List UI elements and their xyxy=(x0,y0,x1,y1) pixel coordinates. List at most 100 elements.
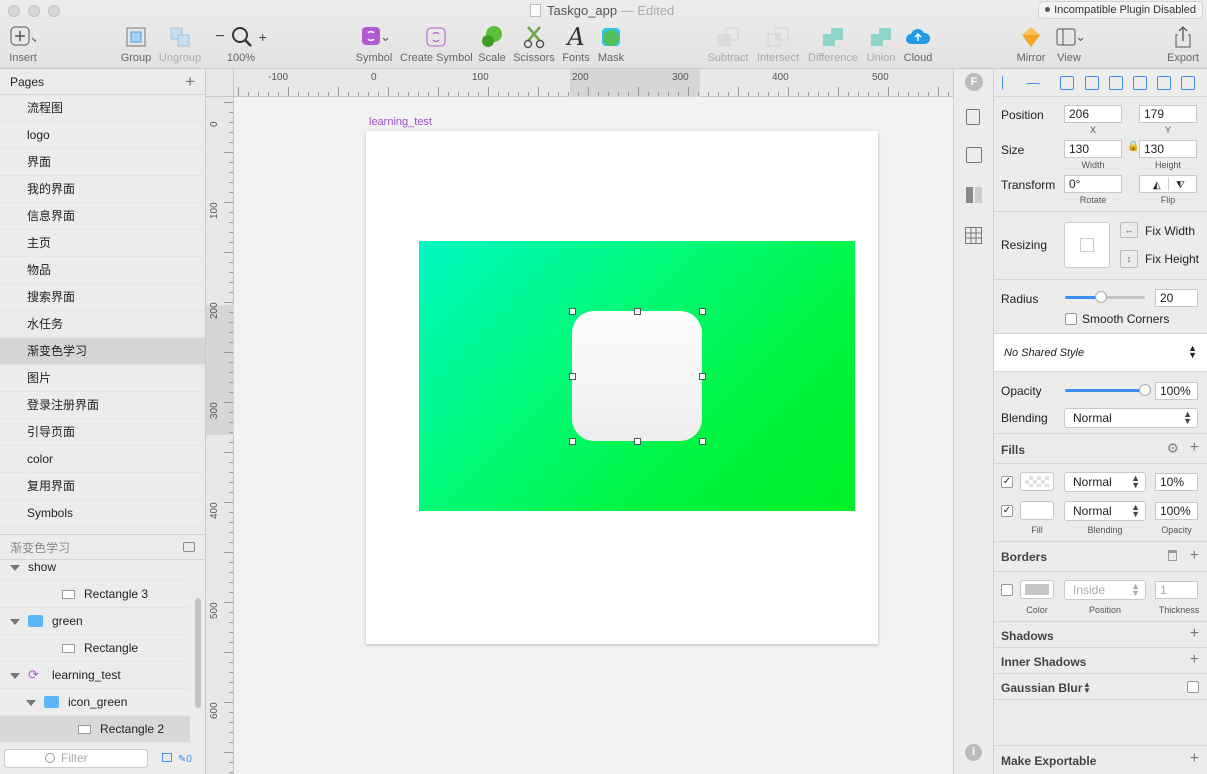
page-item[interactable]: 引导页面 xyxy=(0,419,205,446)
filter-input[interactable]: Filter xyxy=(4,749,148,768)
distribute-v-icon[interactable] xyxy=(1026,83,1040,97)
group-button[interactable]: Group xyxy=(118,24,154,64)
layer-item[interactable]: Rectangle 3 xyxy=(0,581,190,608)
collapse-icon[interactable] xyxy=(183,542,195,552)
zoom-control[interactable]: − + 100% xyxy=(210,24,272,64)
align-top-icon[interactable] xyxy=(1133,76,1147,90)
gaussian-blur-checkbox[interactable] xyxy=(1187,681,1199,693)
rotate-input[interactable]: 0° xyxy=(1064,175,1122,193)
align-center-icon[interactable] xyxy=(1085,76,1099,90)
difference-button[interactable]: Difference xyxy=(806,24,860,64)
add-inner-shadow-icon[interactable]: + xyxy=(1190,652,1199,668)
border-position-select[interactable]: Inside ▲ ▼ xyxy=(1064,580,1146,600)
fix-width-icon[interactable]: ↔ xyxy=(1120,222,1138,238)
align-right-icon[interactable] xyxy=(1109,76,1123,90)
add-shadow-icon[interactable]: + xyxy=(1190,626,1199,642)
ruler-top[interactable]: -100 0 100 200 300 400 500 xyxy=(234,69,953,97)
components-icon[interactable] xyxy=(966,187,982,203)
add-fill-icon[interactable]: + xyxy=(1190,440,1199,456)
page-item[interactable]: 主页 xyxy=(0,230,205,257)
page-item[interactable]: Symbols xyxy=(0,500,205,527)
position-y-input[interactable]: 179 xyxy=(1139,105,1197,123)
fill-2-opacity-input[interactable]: 100% xyxy=(1155,502,1198,520)
export-panel-icon[interactable] xyxy=(966,109,980,125)
fill-1-blend-select[interactable]: Normal ▲ ▼ xyxy=(1064,472,1146,492)
union-button[interactable]: Union xyxy=(864,24,898,64)
shadows-section[interactable]: Shadows + xyxy=(994,622,1207,648)
smooth-corners-checkbox[interactable] xyxy=(1065,313,1077,325)
inner-shadows-section[interactable]: Inner Shadows + xyxy=(994,648,1207,674)
layer-item[interactable]: show xyxy=(0,554,190,581)
align-left-icon[interactable] xyxy=(1060,76,1074,90)
fill-1-swatch[interactable] xyxy=(1020,472,1054,491)
add-border-icon[interactable]: + xyxy=(1190,548,1199,564)
page-item[interactable]: logo xyxy=(0,122,205,149)
disclosure-triangle-icon[interactable] xyxy=(10,673,20,679)
grid-icon[interactable] xyxy=(965,227,982,244)
radius-input[interactable]: 20 xyxy=(1155,289,1198,307)
fill-2-checkbox[interactable]: ✓ xyxy=(1001,505,1013,517)
cloud-button[interactable]: Cloud xyxy=(900,24,936,64)
close-button[interactable] xyxy=(8,5,20,17)
resize-handle[interactable] xyxy=(634,308,641,315)
ruler-left[interactable]: 0 100 200 300 400 500 600 xyxy=(206,97,234,774)
disclosure-triangle-icon[interactable] xyxy=(26,700,36,706)
canvas[interactable]: -100 0 100 200 300 400 500 0 100 200 300 400 500 600… xyxy=(206,69,953,774)
filter-options[interactable]: ✎0 xyxy=(162,753,192,765)
resize-handle[interactable] xyxy=(569,373,576,380)
page-item[interactable]: 登录注册界面 xyxy=(0,392,205,419)
fill-1-opacity-input[interactable]: 10% xyxy=(1155,473,1198,491)
layer-item[interactable]: green xyxy=(0,608,190,635)
symbol-button[interactable]: Symbol xyxy=(355,24,393,64)
layers-scrollbar[interactable] xyxy=(195,598,201,708)
distribute-h-icon[interactable] xyxy=(1002,76,1016,90)
view-button[interactable]: View xyxy=(1052,24,1086,64)
ungroup-button[interactable]: Ungroup xyxy=(157,24,203,64)
export-section[interactable]: Make Exportable + xyxy=(994,745,1207,774)
plugin-status-badge[interactable]: Incompatible Plugin Disabled xyxy=(1038,1,1203,19)
subtract-button[interactable]: Subtract xyxy=(704,24,752,64)
add-page-icon[interactable]: + xyxy=(185,72,195,92)
page-item[interactable]: 信息界面 xyxy=(0,203,205,230)
fill-2-swatch[interactable] xyxy=(1020,501,1054,520)
radius-slider[interactable] xyxy=(1065,291,1145,303)
position-x-input[interactable]: 206 xyxy=(1064,105,1122,123)
page-item[interactable]: 界面 xyxy=(0,149,205,176)
align-middle-icon[interactable] xyxy=(1157,76,1171,90)
info-icon[interactable]: i xyxy=(965,744,982,761)
mask-button[interactable]: Mask xyxy=(596,24,626,64)
page-item[interactable]: 我的界面 xyxy=(0,176,205,203)
fill-2-blend-select[interactable]: Normal ▲ ▼ xyxy=(1064,501,1146,521)
align-bottom-icon[interactable] xyxy=(1181,76,1195,90)
page-item[interactable]: 渐变色学习 xyxy=(0,338,205,365)
scissors-button[interactable]: Scissors xyxy=(513,24,555,64)
page-item[interactable]: 搜索界面 xyxy=(0,284,205,311)
artboard-name[interactable]: learning_test xyxy=(369,116,432,128)
height-input[interactable]: 130 xyxy=(1139,140,1197,158)
blending-select[interactable]: Normal ▲ ▼ xyxy=(1064,408,1198,428)
border-color-swatch[interactable] xyxy=(1020,580,1054,599)
fill-1-checkbox[interactable]: ✓ xyxy=(1001,476,1013,488)
trash-icon[interactable] xyxy=(1168,550,1177,561)
resize-handle[interactable] xyxy=(699,373,706,380)
page-item[interactable]: 水任务 xyxy=(0,311,205,338)
resize-handle[interactable] xyxy=(634,438,641,445)
list-panel-icon[interactable] xyxy=(966,147,982,163)
shared-style-select[interactable]: No Shared Style ▲ ▼ xyxy=(994,334,1207,372)
border-checkbox[interactable] xyxy=(1001,584,1013,596)
page-item[interactable]: 物品 xyxy=(0,257,205,284)
width-input[interactable]: 130 xyxy=(1064,140,1122,158)
fonts-button[interactable]: A Fonts xyxy=(561,23,591,64)
intersect-button[interactable]: Intersect xyxy=(755,24,801,64)
resize-handle[interactable] xyxy=(569,308,576,315)
resizing-widget[interactable] xyxy=(1064,222,1110,268)
gaussian-blur-section[interactable]: Gaussian Blur ▲ ▼ xyxy=(994,674,1207,700)
opacity-input[interactable]: 100% xyxy=(1155,382,1198,400)
resize-handle[interactable] xyxy=(699,308,706,315)
scale-button[interactable]: Scale xyxy=(476,24,508,64)
resize-handle[interactable] xyxy=(699,438,706,445)
blur-type-chevron-icon[interactable]: ▲ ▼ xyxy=(1083,681,1091,695)
layer-item[interactable]: Rectangle xyxy=(0,635,190,662)
add-export-icon[interactable]: + xyxy=(1190,751,1199,767)
border-thickness-input[interactable]: 1 xyxy=(1155,581,1198,599)
